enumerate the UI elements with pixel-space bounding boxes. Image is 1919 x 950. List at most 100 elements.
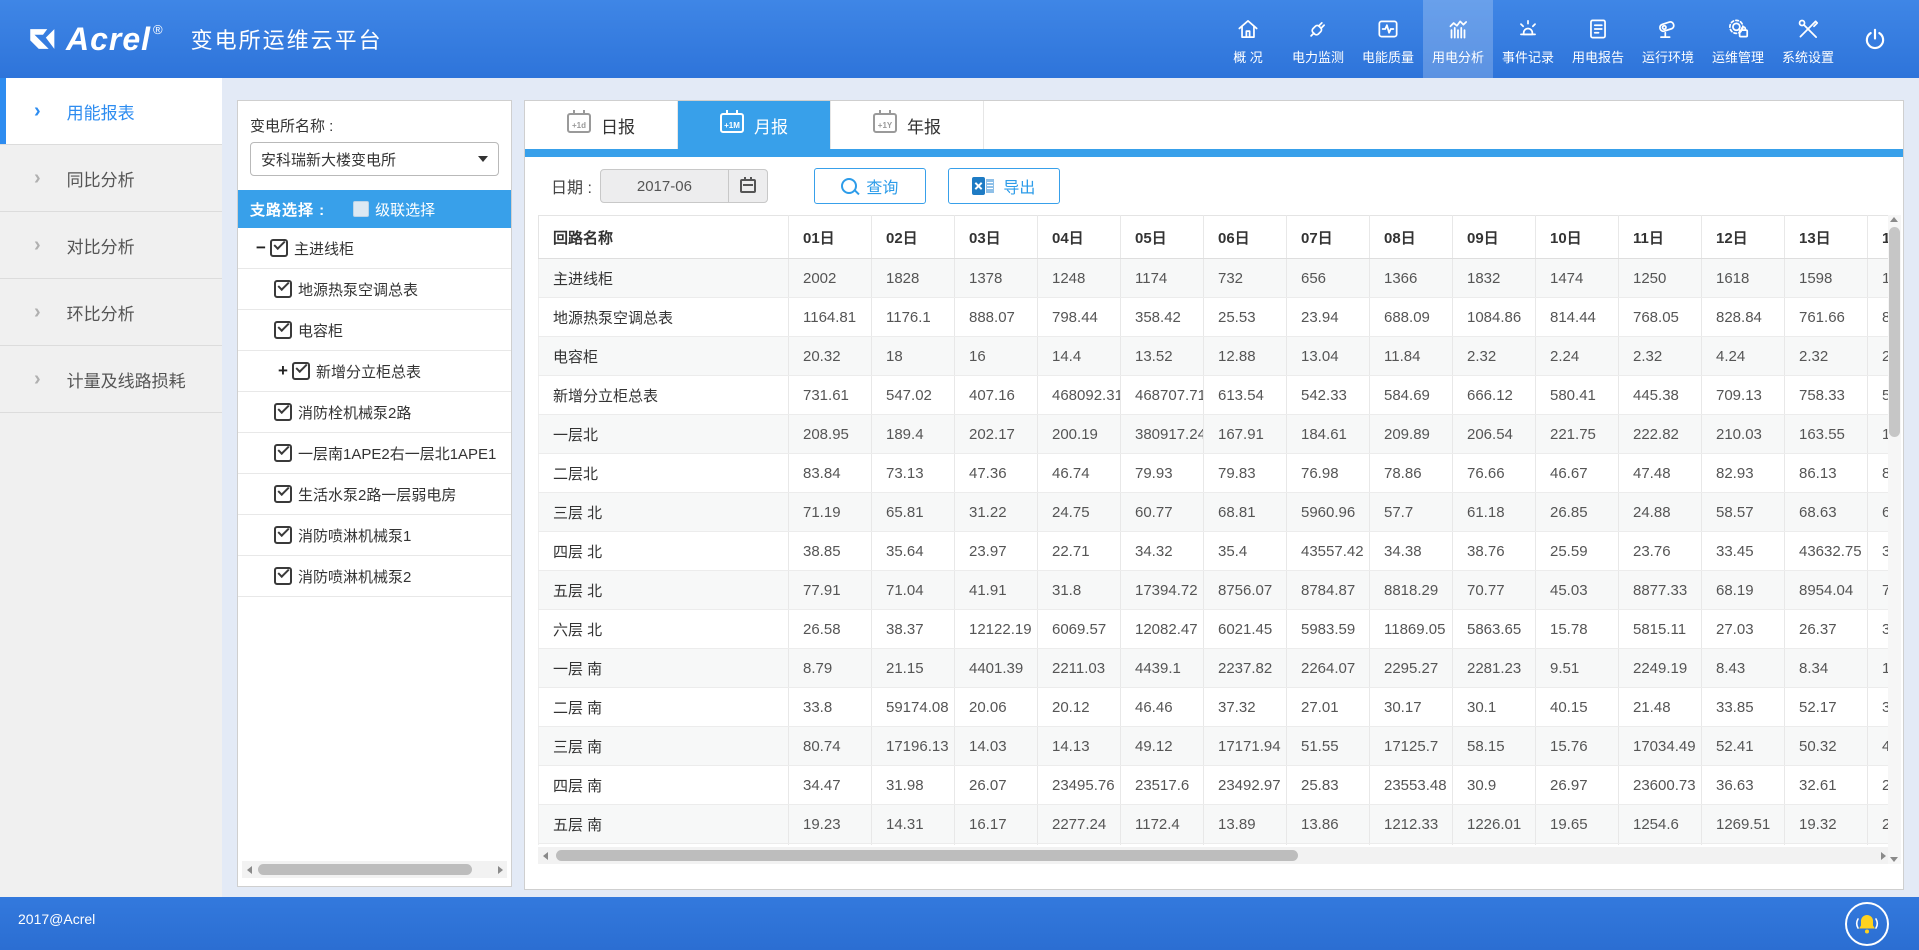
column-header-day: 14日 xyxy=(1868,216,1891,259)
checked-checkbox-icon[interactable] xyxy=(274,444,292,462)
bell-icon xyxy=(1851,908,1883,940)
table-row: 新增分立柜总表731.61547.02407.16468092.31468707… xyxy=(539,376,1891,415)
value-cell: 21.48 xyxy=(1619,688,1702,727)
value-cell: 24.75 xyxy=(1038,493,1121,532)
value-cell: 8 xyxy=(1868,454,1891,493)
value-cell: 12122.19 xyxy=(955,610,1038,649)
value-cell: 688.09 xyxy=(1370,298,1453,337)
checked-checkbox-icon[interactable] xyxy=(274,485,292,503)
value-cell: 58.57 xyxy=(1702,493,1785,532)
value-cell: 8877.33 xyxy=(1619,571,1702,610)
scroll-left-arrow-icon[interactable] xyxy=(538,847,552,864)
value-cell: 43632.75 xyxy=(1785,532,1868,571)
tree-node[interactable]: 消防喷淋机械泵1 xyxy=(238,515,511,556)
checked-checkbox-icon[interactable] xyxy=(274,321,292,339)
nav-item-ops[interactable]: 运维管理 xyxy=(1703,0,1773,78)
value-cell: 33.8 xyxy=(789,688,872,727)
checked-checkbox-icon[interactable] xyxy=(274,403,292,421)
tree-node[interactable]: 消防栓机械泵2路 xyxy=(238,392,511,433)
tree-node[interactable]: 生活水泵2路一层弱电房 xyxy=(238,474,511,515)
value-cell: 2281.23 xyxy=(1453,649,1536,688)
nav-item-environment[interactable]: 运行环境 xyxy=(1633,0,1703,78)
scrollbar-thumb[interactable] xyxy=(556,850,1298,861)
circuit-name-cell: 三层 南 xyxy=(539,727,789,766)
power-button[interactable] xyxy=(1849,0,1901,78)
scroll-down-arrow-icon[interactable] xyxy=(1890,857,1898,862)
sidebar-item[interactable]: 对比分析 xyxy=(0,212,222,279)
scrollbar-thumb[interactable] xyxy=(258,864,472,875)
scroll-left-arrow-icon[interactable] xyxy=(242,861,256,878)
station-select[interactable]: 安科瑞新大楼变电所 xyxy=(250,142,499,176)
nav-item-report[interactable]: 用电报告 xyxy=(1563,0,1633,78)
value-cell: 71.19 xyxy=(789,493,872,532)
tree-node[interactable]: 电容柜 xyxy=(238,310,511,351)
tree-node-label: 地源热泵空调总表 xyxy=(298,279,418,300)
value-cell: 79.93 xyxy=(1121,454,1204,493)
value-cell: 9.51 xyxy=(1536,649,1619,688)
cascade-select-checkbox[interactable]: 级联选择 xyxy=(353,199,435,220)
value-cell: 12082.47 xyxy=(1121,610,1204,649)
nav-item-power-quality[interactable]: 电能质量 xyxy=(1353,0,1423,78)
nav-item-alarm[interactable]: 事件记录 xyxy=(1493,0,1563,78)
tab-日报[interactable]: +1d日报 xyxy=(525,101,678,149)
table-hscrollbar[interactable] xyxy=(538,847,1890,864)
value-cell: 12.88 xyxy=(1204,337,1287,376)
scroll-up-arrow-icon[interactable] xyxy=(1890,217,1898,222)
table-row: 六层 南51.1341.9728553.3877157.0228669.8560… xyxy=(539,844,1891,846)
checked-checkbox-icon[interactable] xyxy=(270,239,288,257)
value-cell: 20.32 xyxy=(789,337,872,376)
value-cell: 76.98 xyxy=(1287,454,1370,493)
value-cell: 407.16 xyxy=(955,376,1038,415)
checked-checkbox-icon[interactable] xyxy=(274,567,292,585)
tree-node[interactable]: 地源热泵空调总表 xyxy=(238,269,511,310)
export-button[interactable]: 导出 xyxy=(948,168,1060,204)
search-icon xyxy=(841,178,857,194)
date-input[interactable]: 2017-06 xyxy=(600,169,768,203)
value-cell: 380917.24 xyxy=(1121,415,1204,454)
expand-plus-icon[interactable] xyxy=(274,361,292,381)
value-cell: 468707.71 xyxy=(1121,376,1204,415)
sidebar-item[interactable]: 同比分析 xyxy=(0,145,222,212)
table-row: 二层 南33.859174.0820.0620.1246.4637.3227.0… xyxy=(539,688,1891,727)
table-row: 六层 北26.5838.3712122.196069.5712082.47602… xyxy=(539,610,1891,649)
circuit-name-cell: 三层 北 xyxy=(539,493,789,532)
checked-checkbox-icon[interactable] xyxy=(274,526,292,544)
value-cell: 21.15 xyxy=(872,649,955,688)
nav-item-settings[interactable]: 系统设置 xyxy=(1773,0,1843,78)
checked-checkbox-icon[interactable] xyxy=(292,362,310,380)
value-cell: 13.04 xyxy=(1287,337,1370,376)
sidebar-item[interactable]: 环比分析 xyxy=(0,279,222,346)
date-picker-button[interactable] xyxy=(728,170,767,202)
tab-年报[interactable]: +1Y年报 xyxy=(831,101,984,149)
value-cell: 46.74 xyxy=(1038,454,1121,493)
nav-item-home[interactable]: 概 况 xyxy=(1213,0,1283,78)
value-cell: 79.83 xyxy=(1204,454,1287,493)
sidebar-item-label: 计量及线路损耗 xyxy=(67,367,186,392)
value-cell: 17196.13 xyxy=(872,727,955,766)
value-cell: 2277.24 xyxy=(1038,805,1121,844)
scrollbar-thumb[interactable] xyxy=(1889,227,1900,437)
query-button[interactable]: 查询 xyxy=(814,168,926,204)
value-cell: 28553.38 xyxy=(955,844,1038,846)
tab-月报[interactable]: +1M月报 xyxy=(678,101,831,149)
table-vscrollbar[interactable] xyxy=(1888,215,1901,864)
tree-node[interactable]: 一层南1APE2右一层北1APE1 xyxy=(238,433,511,474)
checked-checkbox-icon[interactable] xyxy=(274,280,292,298)
table-row: 地源热泵空调总表1164.811176.1888.07798.44358.422… xyxy=(539,298,1891,337)
notification-bell-button[interactable] xyxy=(1845,902,1889,946)
sidebar-item[interactable]: 用能报表 xyxy=(0,78,222,145)
branch-panel-hscrollbar[interactable] xyxy=(242,861,507,878)
nav-item-analysis[interactable]: 用电分析 xyxy=(1423,0,1493,78)
value-cell: 31.8 xyxy=(1038,571,1121,610)
circuit-name-cell: 五层 北 xyxy=(539,571,789,610)
value-cell: 11869.05 xyxy=(1370,610,1453,649)
nav-item-plug[interactable]: 电力监测 xyxy=(1283,0,1353,78)
scroll-right-arrow-icon[interactable] xyxy=(493,861,507,878)
tree-node[interactable]: 主进线柜 xyxy=(238,228,511,269)
tree-node[interactable]: 新增分立柜总表 xyxy=(238,351,511,392)
collapse-minus-icon[interactable] xyxy=(252,238,270,258)
value-cell: 814.44 xyxy=(1536,298,1619,337)
tree-node[interactable]: 消防喷淋机械泵2 xyxy=(238,556,511,597)
sidebar-item[interactable]: 计量及线路损耗 xyxy=(0,346,222,413)
value-cell: 26.07 xyxy=(955,766,1038,805)
